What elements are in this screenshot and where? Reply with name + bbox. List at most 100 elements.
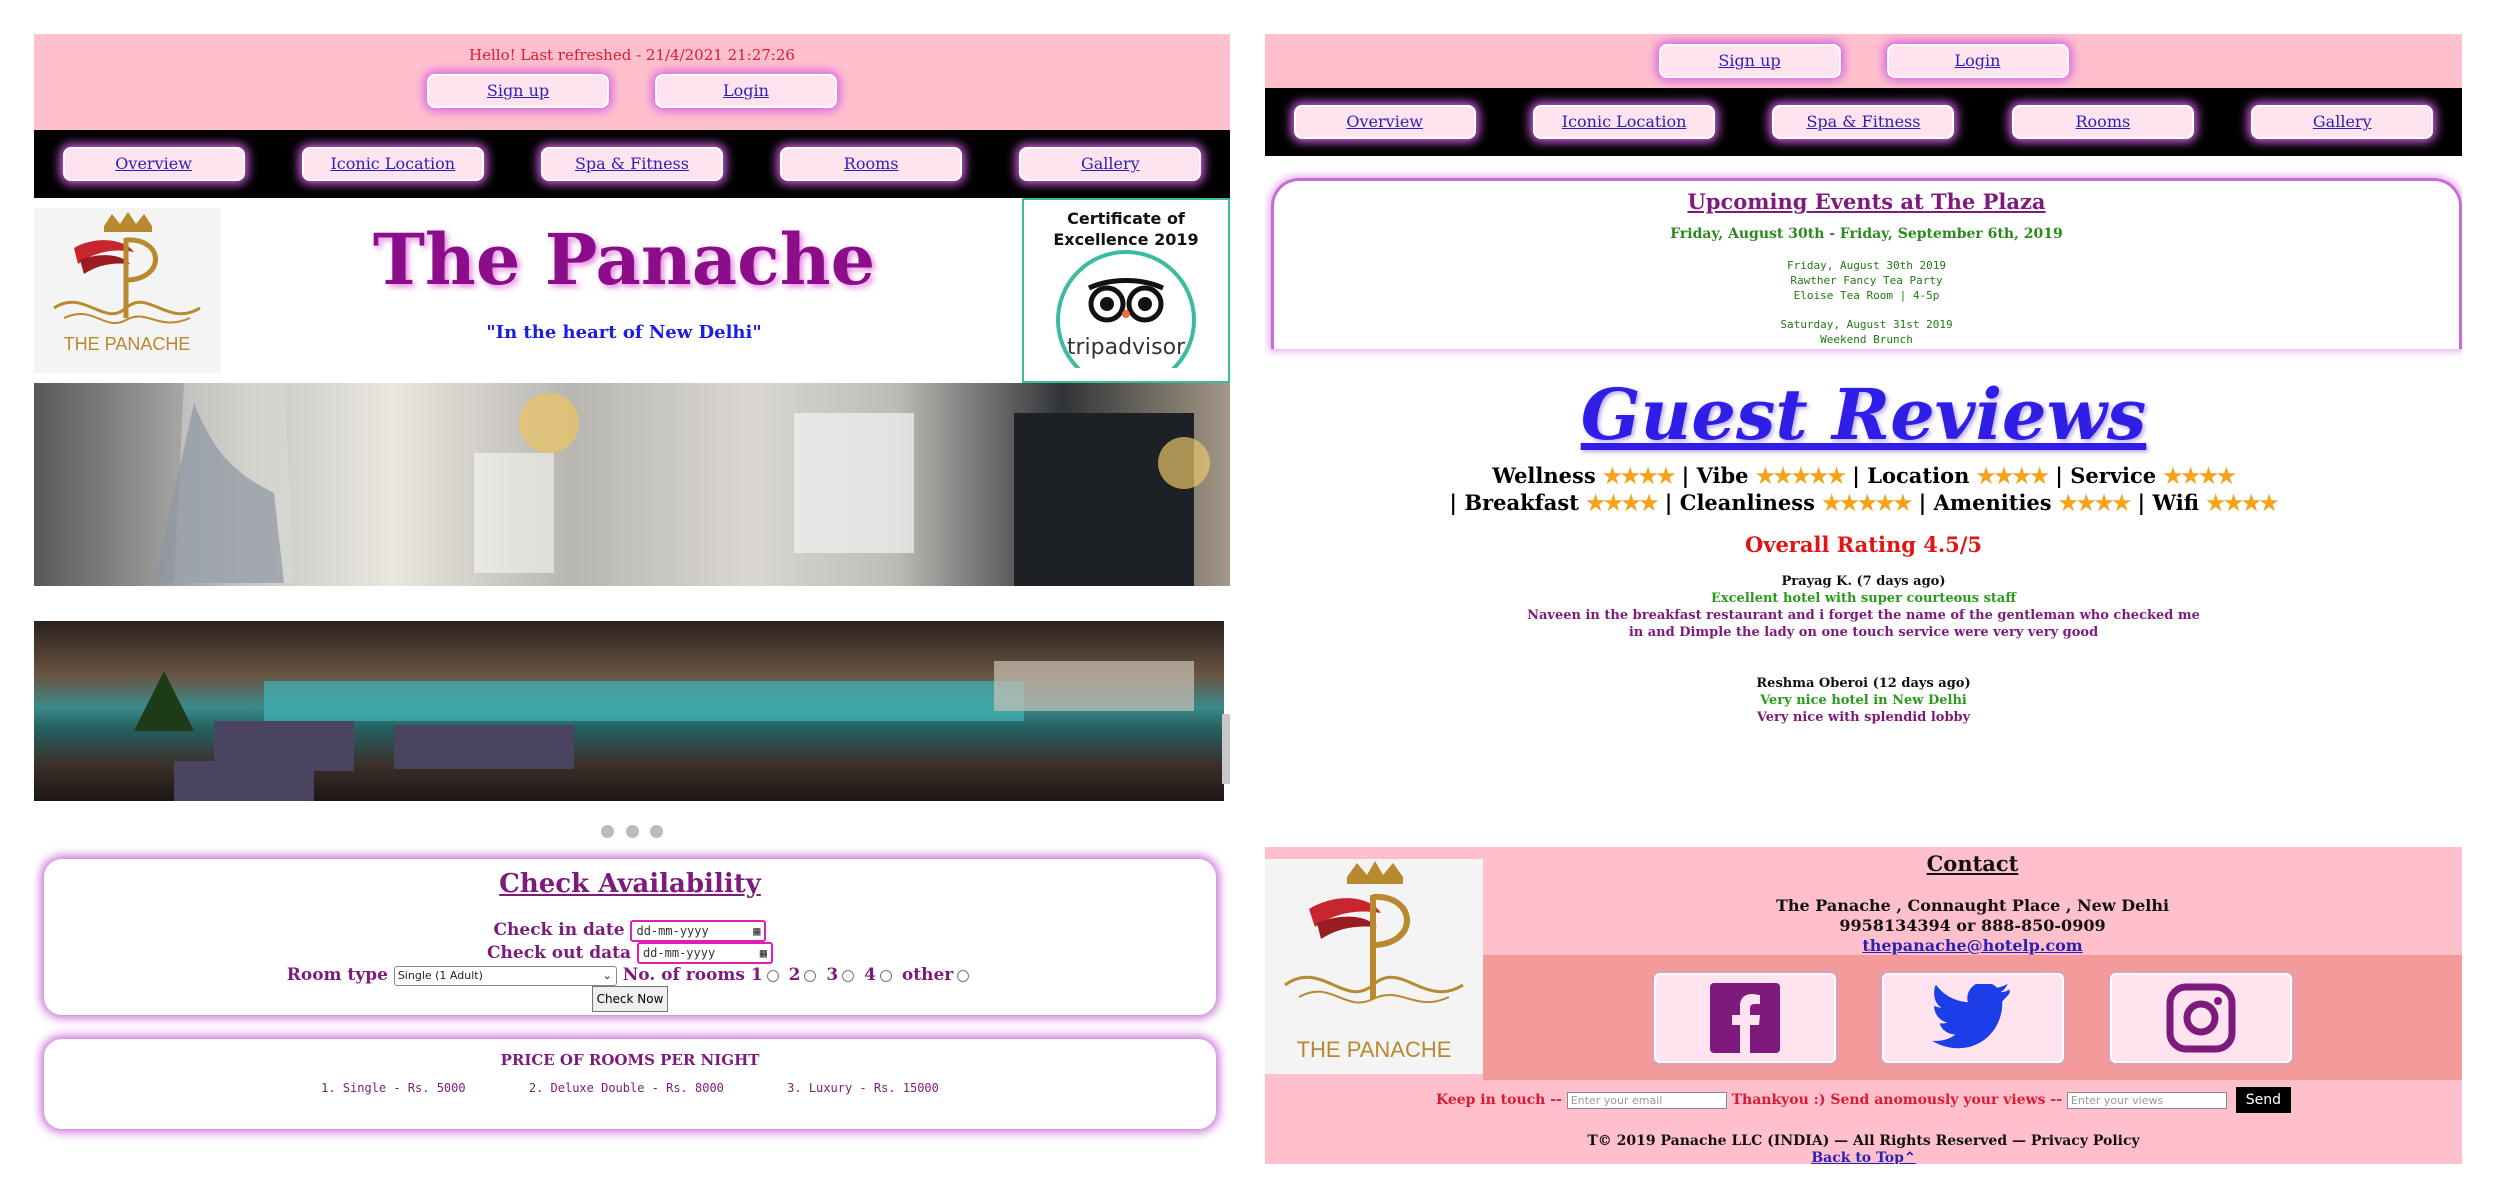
roomtype-select[interactable]: Single (1 Adult) ⌄	[393, 965, 617, 986]
signup-button[interactable]: Sign up	[427, 74, 609, 108]
rating-label: Wellness	[1492, 463, 1596, 488]
check-availability-form: Check Availability Check in date dd-mm-y…	[44, 859, 1216, 1015]
room-radio-1[interactable]	[766, 969, 779, 982]
price-item: 2. Deluxe Double - Rs. 8000	[528, 1081, 724, 1095]
nav-iconic-location[interactable]: Iconic Location	[301, 147, 484, 181]
nav-rooms[interactable]: Rooms	[780, 147, 963, 181]
events-heading: Upcoming Events at The Plaza	[1687, 189, 2046, 214]
roomtype-value: Single (1 Adult)	[397, 968, 483, 982]
instagram-link[interactable]	[2109, 972, 2292, 1063]
rooms-label: No. of rooms	[622, 965, 745, 985]
event-date: Friday, August 30th 2019	[1787, 259, 1946, 272]
star-icons: ★★★★★	[1822, 490, 1912, 515]
carousel-dot-2[interactable]	[625, 825, 639, 838]
nav-gallery[interactable]: Gallery	[1019, 147, 1202, 181]
room-radio-3[interactable]	[842, 969, 855, 982]
social-links	[1483, 955, 2462, 1080]
events-range: Friday, August 30th - Friday, September …	[1670, 226, 2063, 242]
room-opt-label-3: 3	[826, 965, 839, 985]
rating-label: Cleanliness	[1679, 490, 1815, 515]
event-date: Saturday, August 31st 2019	[1780, 318, 1953, 331]
page-scrollbar[interactable]	[1222, 714, 1230, 784]
room-photo	[34, 383, 1230, 586]
keep-in-touch-label: Keep in touch --	[1435, 1092, 1562, 1108]
guest-reviews-heading: Guest Reviews	[1580, 373, 2147, 456]
refresh-greeting: Hello! Last refreshed - 21/4/2021 21:27:…	[469, 46, 795, 64]
room-opt-label-4: 4	[864, 965, 876, 985]
hotel-logo: THE PANACHE	[1265, 859, 1483, 1074]
contact-address: The Panache , Connaught Place , New Delh…	[1775, 896, 2170, 915]
rating-label: Wifi	[2152, 490, 2199, 515]
signup-button[interactable]: Sign up	[1658, 44, 1841, 78]
main-nav: Overview Iconic Location Spa & Fitness R…	[34, 130, 1230, 198]
star-icons: ★★★★	[2206, 490, 2278, 515]
room-opt-label-2: 2	[788, 965, 801, 985]
nav-spa-fitness[interactable]: Spa & Fitness	[540, 147, 723, 181]
contact-email-link[interactable]: thepanache@hotelp.com	[1483, 936, 2462, 956]
review-1: Prayag K. (7 days ago) Excellent hotel w…	[1265, 573, 2462, 641]
tripadvisor-certificate: Certificate of Excellence 2019 tripadvis…	[1022, 198, 1230, 390]
pool-photo	[34, 621, 1224, 801]
star-icons: ★★★★	[1602, 463, 1675, 488]
email-field[interactable]: Enter your email	[1566, 1091, 1727, 1109]
review-headline: Very nice hotel in New Delhi	[1760, 693, 1967, 708]
rating-label: Location	[1867, 463, 1970, 488]
login-button[interactable]: Login	[1886, 44, 2069, 78]
nav-gallery[interactable]: Gallery	[2251, 105, 2434, 139]
facebook-icon	[1709, 982, 1780, 1053]
overall-rating: Overall Rating 4.5/5	[1744, 532, 1983, 557]
star-icons: ★★★★	[1976, 463, 2049, 488]
rating-label: Service	[2070, 463, 2157, 488]
room-radio-2[interactable]	[804, 969, 817, 982]
hotel-title: The Panache	[372, 218, 876, 301]
contact-heading: Contact	[1926, 851, 2019, 876]
certificate-text: Certificate of Excellence 2019	[1053, 209, 1199, 249]
price-item: 3. Luxury - Rs. 15000	[787, 1081, 939, 1095]
checkin-date-input[interactable]: dd-mm-yyyy ▦	[630, 919, 767, 942]
newsletter-row: Keep in touch -- Enter your email Thanky…	[1265, 1087, 2462, 1113]
nav-rooms[interactable]: Rooms	[2011, 105, 2194, 139]
star-icons: ★★★★★	[1755, 463, 1846, 488]
check-now-button[interactable]: Check Now	[591, 986, 669, 1012]
nav-overview[interactable]: Overview	[62, 147, 245, 181]
send-button[interactable]: Send	[2235, 1087, 2292, 1113]
event-place: Eloise Tea Room | 4-5p	[1793, 289, 1940, 302]
room-radio-4[interactable]	[880, 969, 892, 982]
carousel-dot-1[interactable]	[601, 825, 615, 838]
login-button[interactable]: Login	[655, 74, 837, 108]
event-title: Weekend Brunch	[1820, 333, 1913, 346]
review-2: Reshma Oberoi (12 days ago) Very nice ho…	[1265, 675, 2462, 726]
rating-label: Vibe	[1696, 463, 1749, 488]
star-icons: ★★★★	[1586, 490, 1658, 515]
carousel-dots	[34, 823, 1230, 845]
roomtype-label: Room type	[286, 965, 388, 985]
event-title: Rawther Fancy Tea Party	[1790, 274, 1943, 287]
star-icons: ★★★★	[2163, 463, 2235, 488]
nav-iconic-location[interactable]: Iconic Location	[1533, 105, 1716, 139]
rating-label: Amenities	[1933, 490, 2052, 515]
checkin-label: Check in date	[493, 920, 625, 940]
brand-header: THE PANACHE The Panache "In the heart of…	[34, 198, 1230, 390]
nav-overview[interactable]: Overview	[1293, 105, 1476, 139]
room-radio-other[interactable]	[957, 969, 970, 982]
contact-info: Contact The Panache , Connaught Place , …	[1483, 847, 2462, 955]
availability-heading: Check Availability	[499, 869, 761, 899]
review-body: in and Dimple the lady on one touch serv…	[1628, 625, 2099, 640]
nav-spa-fitness[interactable]: Spa & Fitness	[1772, 105, 1955, 139]
facebook-link[interactable]	[1653, 972, 1836, 1063]
left-page-screenshot: Hello! Last refreshed - 21/4/2021 21:27:…	[34, 34, 1230, 1164]
rating-label: Breakfast	[1464, 490, 1579, 515]
calendar-icon: ▦	[753, 923, 761, 938]
checkout-date-input[interactable]: dd-mm-yyyy ▦	[636, 942, 773, 964]
carousel-dot-3[interactable]	[649, 825, 663, 838]
tripadvisor-wordmark: tripadvisor	[1067, 335, 1186, 360]
back-to-top-label: Back to Top	[1811, 1150, 1904, 1164]
review-headline: Excellent hotel with super courteous sta…	[1710, 591, 2016, 606]
twitter-link[interactable]	[1881, 972, 2064, 1063]
back-to-top-link[interactable]: Back to Top⌃	[1265, 1150, 2462, 1164]
upcoming-events: Upcoming Events at The Plaza Friday, Aug…	[1271, 178, 2462, 349]
logo-text: THE PANACHE	[1297, 1037, 1452, 1062]
reviewer-name: Reshma Oberoi (12 days ago)	[1756, 676, 1971, 691]
views-field[interactable]: Enter your views	[2066, 1091, 2227, 1109]
instagram-icon	[2166, 983, 2235, 1052]
